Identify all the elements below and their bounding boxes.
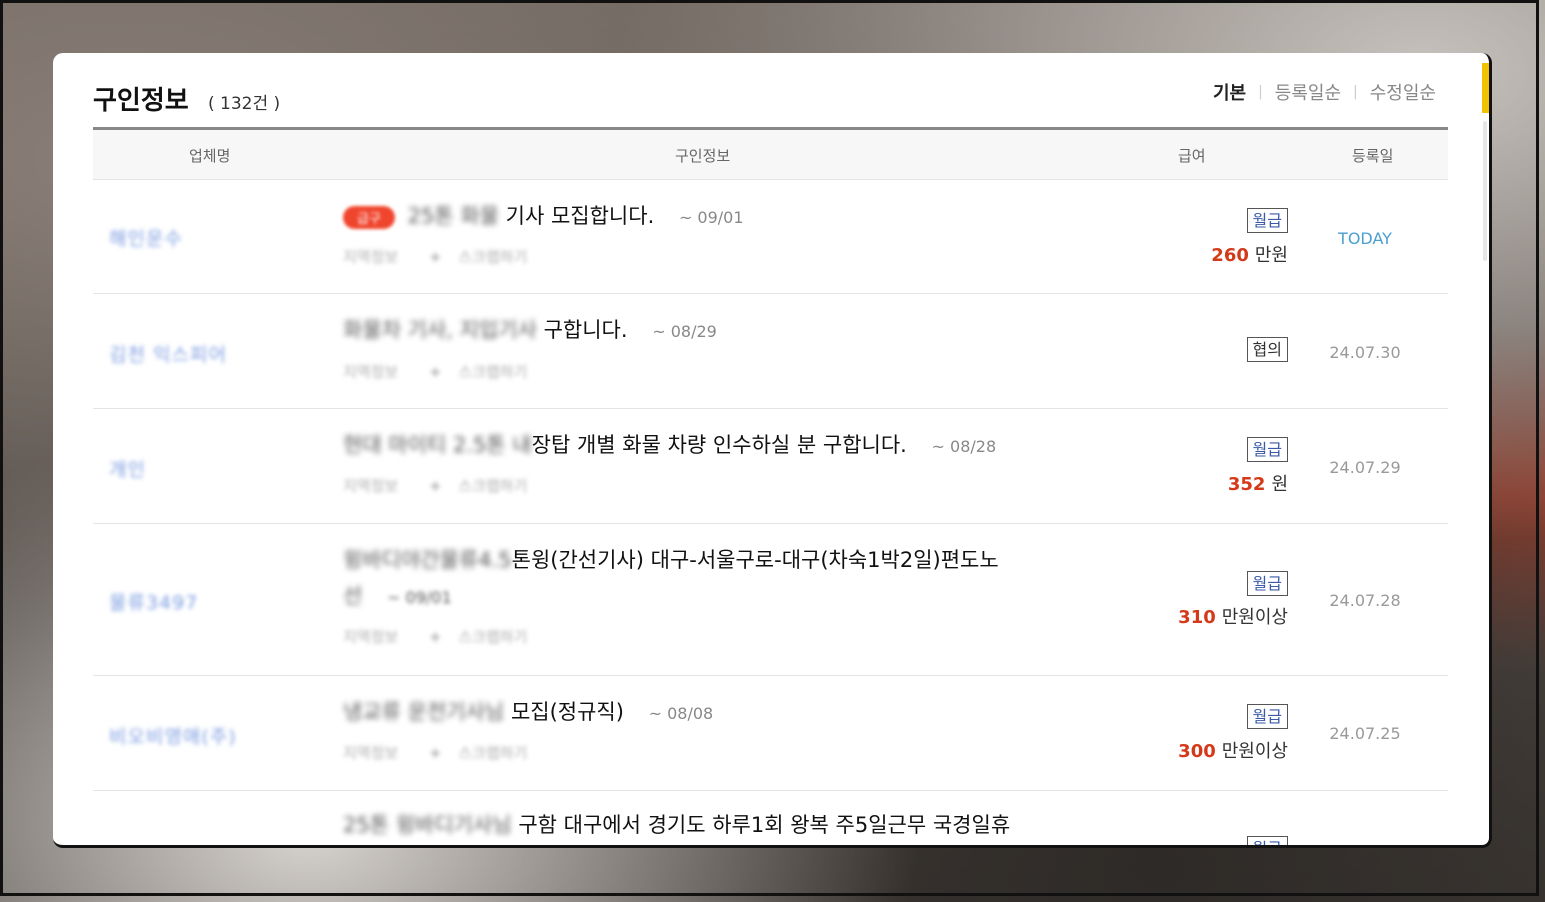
- scrap-link[interactable]: 스크랩하기: [458, 363, 527, 381]
- sort-by-registered[interactable]: 등록일순: [1275, 79, 1341, 105]
- plus-icon: +: [428, 248, 442, 266]
- pay-value: 352: [1227, 474, 1266, 495]
- plus-icon: +: [428, 744, 442, 762]
- pay-type-badge: 월급: [1246, 208, 1288, 233]
- job-title-hidden: 냉교류 운전기사님: [343, 700, 505, 724]
- location-info: 지역정보: [343, 477, 399, 495]
- plus-icon: +: [428, 477, 442, 495]
- job-meta: 지역정보 + 스크랩하기: [343, 626, 527, 647]
- divider: |: [1258, 84, 1263, 100]
- job-title-text: 기사 모집합니다.: [505, 204, 655, 228]
- location-info: 지역정보: [343, 744, 399, 762]
- location-info: 지역정보: [343, 363, 399, 381]
- plus-icon: +: [428, 363, 442, 381]
- deadline: ~ 09/01: [387, 588, 452, 607]
- scrap-link[interactable]: 스크랩하기: [458, 248, 527, 266]
- table-row[interactable]: 개인 현대 마이티 2.5톤 내장탑 개별 화물 차량 인수하실 분 구합니다.…: [93, 409, 1448, 524]
- job-title-link[interactable]: 25톤 윙바디기사님 구함 대구에서 경기도 하루1회 왕복 주5일근무 국경일…: [343, 809, 1010, 839]
- job-title-line2[interactable]: 선 ~ 09/01: [343, 580, 452, 610]
- urgent-badge: 급구: [343, 205, 395, 229]
- job-meta: 지역정보 + 스크랩하기: [343, 742, 527, 763]
- job-meta: 지역정보 + 스크랩하기: [343, 246, 527, 267]
- pay-unit: 만원이상: [1221, 741, 1288, 762]
- job-title-link[interactable]: 현대 마이티 2.5톤 내장탑 개별 화물 차량 인수하실 분 구합니다. ~ …: [343, 429, 996, 459]
- job-title-link[interactable]: 윙바디야간물류4.5톤윙(간선기사) 대구-서울구로-대구(차숙1박2일)편도노: [343, 544, 999, 574]
- location-info: 지역정보: [343, 248, 399, 266]
- column-salary: 급여: [1178, 147, 1206, 165]
- job-title-text: 구합니다.: [543, 318, 628, 342]
- company-name[interactable]: 해인운수: [109, 224, 183, 251]
- pay-type-badge: 월급: [1246, 836, 1288, 845]
- job-meta: 지역정보 + 스크랩하기: [343, 475, 527, 496]
- table-row[interactable]: 김천 익스피어 화물차 기사, 지입기사 구합니다. ~ 08/29 지역정보 …: [93, 294, 1448, 409]
- registered-date: 24.07.28: [1329, 591, 1401, 610]
- job-title-link[interactable]: 급구 25톤 화물 기사 모집합니다. ~ 09/01: [343, 200, 744, 230]
- location-info: 지역정보: [343, 628, 399, 646]
- column-company: 업체명: [189, 147, 231, 165]
- table-header: 업체명 구인정보 급여 등록일: [93, 130, 1448, 180]
- job-title-hidden: 25톤 윙바디기사님: [343, 813, 512, 837]
- scrap-link[interactable]: 스크랩하기: [458, 744, 527, 762]
- column-job-info: 구인정보: [675, 147, 731, 165]
- job-title-hidden: 현대 마이티 2.5톤 내: [343, 433, 532, 457]
- company-name[interactable]: 개인: [109, 455, 146, 482]
- job-listing-window: 구인정보 ( 132건 ) 기본 | 등록일순 | 수정일순 업체명 구인정보 …: [53, 53, 1492, 848]
- column-date: 등록일: [1352, 147, 1394, 165]
- pay-amount: 352 원: [1228, 470, 1288, 496]
- job-meta: 지역정보 + 스크랩하기: [343, 361, 527, 382]
- pay-amount: 300 만원이상: [1178, 737, 1288, 763]
- company-name[interactable]: 비오비영애(주): [109, 722, 237, 749]
- job-title-link[interactable]: 냉교류 운전기사님 모집(정규직) ~ 08/08: [343, 696, 713, 726]
- scrap-link[interactable]: 스크랩하기: [458, 628, 527, 646]
- pay-type-badge: 월급: [1246, 437, 1288, 462]
- pay-value: 260: [1211, 245, 1249, 266]
- registered-date: 24.07.29: [1329, 458, 1401, 477]
- deadline: ~ 08/29: [652, 322, 717, 341]
- pay-unit: 만원이상: [1221, 607, 1288, 628]
- scrollbar[interactable]: [1483, 121, 1487, 261]
- pay-type-badge: 월급: [1246, 704, 1288, 729]
- registered-date: TODAY: [1338, 229, 1392, 248]
- table-row[interactable]: 25톤 윙바디기사님 구함 대구에서 경기도 하루1회 왕복 주5일근무 국경일…: [93, 791, 1448, 845]
- list-header: 구인정보 ( 132건 ) 기본 | 등록일순 | 수정일순: [93, 75, 1448, 130]
- sort-default[interactable]: 기본: [1213, 79, 1246, 105]
- job-title-hidden: 윙바디야간물류4.5: [343, 548, 512, 572]
- table-row[interactable]: 물류3497 윙바디야간물류4.5톤윙(간선기사) 대구-서울구로-대구(차숙1…: [93, 524, 1448, 676]
- pay-type-badge: 월급: [1246, 571, 1288, 596]
- job-title-hidden: 25톤 화물: [407, 204, 499, 228]
- pay-amount: 260 만원: [1211, 241, 1288, 267]
- sort-options: 기본 | 등록일순 | 수정일순: [1213, 79, 1436, 105]
- company-name[interactable]: 물류3497: [109, 588, 198, 615]
- job-title-hidden: 화물차 기사, 지입기사: [343, 318, 537, 342]
- registered-date: 24.07.25: [1329, 724, 1401, 743]
- job-title-text-line2: 선: [343, 584, 363, 608]
- plus-icon: +: [428, 628, 442, 646]
- registered-date: 24.07.30: [1329, 343, 1401, 362]
- deadline: ~ 08/08: [648, 704, 714, 723]
- job-list: 해인운수 급구 25톤 화물 기사 모집합니다. ~ 09/01 지역정보 + …: [93, 180, 1448, 845]
- pay-value: 310: [1178, 607, 1216, 628]
- pay-unit: 원: [1271, 474, 1288, 495]
- job-title-text: 톤윙(간선기사) 대구-서울구로-대구(차숙1박2일)편도노: [511, 548, 999, 572]
- pay-value: 300: [1178, 741, 1216, 762]
- scrap-link[interactable]: 스크랩하기: [458, 477, 527, 495]
- result-count: ( 132건 ): [208, 94, 281, 114]
- pay-type-badge: 협의: [1246, 337, 1288, 362]
- job-title-text: 장탑 개별 화물 차량 인수하실 분 구합니다.: [531, 433, 907, 457]
- sort-by-modified[interactable]: 수정일순: [1370, 79, 1436, 105]
- page-title: 구인정보: [93, 86, 189, 116]
- table-row[interactable]: 비오비영애(주) 냉교류 운전기사님 모집(정규직) ~ 08/08 지역정보 …: [93, 676, 1448, 791]
- deadline: ~ 08/28: [931, 437, 997, 456]
- pay-amount: 310 만원이상: [1178, 603, 1288, 629]
- company-name[interactable]: 김천 익스피어: [109, 340, 227, 367]
- job-title-link[interactable]: 화물차 기사, 지입기사 구합니다. ~ 08/29: [343, 314, 717, 344]
- pay-unit: 만원: [1254, 245, 1288, 266]
- job-title-text: 구함 대구에서 경기도 하루1회 왕복 주5일근무 국경일휴: [518, 813, 1011, 837]
- divider: |: [1353, 84, 1358, 100]
- job-title-text: 모집(정규직): [510, 700, 624, 724]
- deadline: ~ 09/01: [678, 208, 744, 227]
- accent-bar: [1482, 63, 1489, 113]
- table-row[interactable]: 해인운수 급구 25톤 화물 기사 모집합니다. ~ 09/01 지역정보 + …: [93, 180, 1448, 294]
